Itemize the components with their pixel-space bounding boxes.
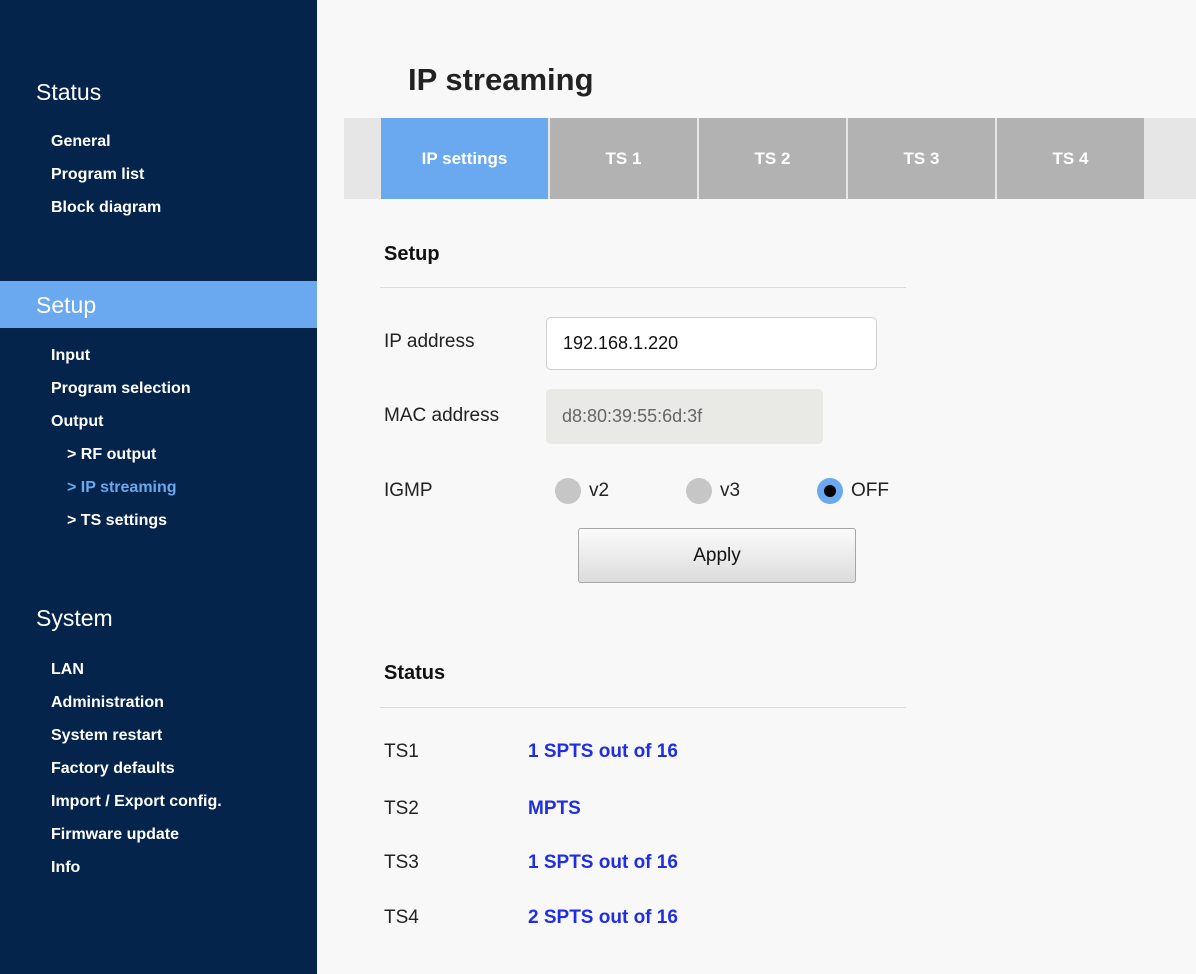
igmp-radio-v3-label: v3 bbox=[720, 480, 741, 501]
sidebar-section-setup: Setup bbox=[36, 292, 97, 318]
tab-bar: IP settings TS 1 TS 2 TS 3 TS 4 bbox=[344, 118, 1196, 199]
mac-address-field: d8:80:39:55:6d:3f bbox=[546, 389, 823, 444]
sidebar-item-ip-streaming[interactable]: > IP streaming bbox=[67, 479, 177, 497]
sidebar-item-firmware-update[interactable]: Firmware update bbox=[51, 826, 179, 844]
status-row-value: 1 SPTS out of 16 bbox=[528, 741, 678, 762]
igmp-radio-v2[interactable]: v2 bbox=[555, 478, 609, 504]
status-row-label: TS3 bbox=[384, 852, 419, 873]
sidebar: Status General Program list Block diagra… bbox=[0, 0, 317, 974]
sidebar-item-input[interactable]: Input bbox=[51, 347, 90, 365]
status-row-value: 2 SPTS out of 16 bbox=[528, 907, 678, 928]
sidebar-section-system: System bbox=[36, 605, 113, 631]
sidebar-item-rf-output[interactable]: > RF output bbox=[67, 446, 156, 464]
igmp-radio-off[interactable]: OFF bbox=[817, 478, 889, 504]
sidebar-item-lan[interactable]: LAN bbox=[51, 661, 84, 679]
sidebar-item-factory-defaults[interactable]: Factory defaults bbox=[51, 760, 175, 778]
status-row-label: TS4 bbox=[384, 907, 419, 928]
setup-divider bbox=[380, 287, 906, 288]
radio-unchecked-icon bbox=[555, 478, 581, 504]
apply-button[interactable]: Apply bbox=[578, 528, 856, 583]
tab-ts3[interactable]: TS 3 bbox=[848, 118, 995, 199]
sidebar-item-info[interactable]: Info bbox=[51, 859, 80, 877]
tab-ts4[interactable]: TS 4 bbox=[997, 118, 1144, 199]
sidebar-item-block-diagram[interactable]: Block diagram bbox=[51, 199, 161, 217]
igmp-radio-v3[interactable]: v3 bbox=[686, 478, 740, 504]
tab-ts1[interactable]: TS 1 bbox=[550, 118, 697, 199]
status-row-label: TS1 bbox=[384, 741, 419, 762]
sidebar-item-general[interactable]: General bbox=[51, 133, 111, 151]
page-title: IP streaming bbox=[408, 62, 594, 97]
ip-address-input[interactable] bbox=[546, 317, 877, 370]
sidebar-item-import-export-config[interactable]: Import / Export config. bbox=[51, 793, 222, 811]
igmp-radio-off-label: OFF bbox=[851, 480, 889, 501]
status-row-label: TS2 bbox=[384, 798, 419, 819]
status-row-value: MPTS bbox=[528, 798, 581, 819]
igmp-label: IGMP bbox=[384, 480, 433, 501]
radio-checked-icon bbox=[817, 478, 843, 504]
igmp-radio-v2-label: v2 bbox=[589, 480, 610, 501]
sidebar-item-system-restart[interactable]: System restart bbox=[51, 727, 162, 745]
setup-heading: Setup bbox=[384, 243, 440, 265]
sidebar-item-output[interactable]: Output bbox=[51, 413, 103, 431]
sidebar-item-program-selection[interactable]: Program selection bbox=[51, 380, 191, 398]
tab-ts2[interactable]: TS 2 bbox=[699, 118, 846, 199]
status-row-value: 1 SPTS out of 16 bbox=[528, 852, 678, 873]
sidebar-section-status: Status bbox=[36, 79, 102, 105]
status-heading: Status bbox=[384, 662, 446, 684]
status-divider bbox=[380, 707, 906, 708]
sidebar-item-program-list[interactable]: Program list bbox=[51, 166, 144, 184]
sidebar-item-ts-settings[interactable]: > TS settings bbox=[67, 512, 167, 530]
ip-address-label: IP address bbox=[384, 331, 475, 352]
mac-address-label: MAC address bbox=[384, 405, 500, 426]
sidebar-item-administration[interactable]: Administration bbox=[51, 694, 164, 712]
radio-unchecked-icon bbox=[686, 478, 712, 504]
tab-ip-settings[interactable]: IP settings bbox=[381, 118, 548, 199]
